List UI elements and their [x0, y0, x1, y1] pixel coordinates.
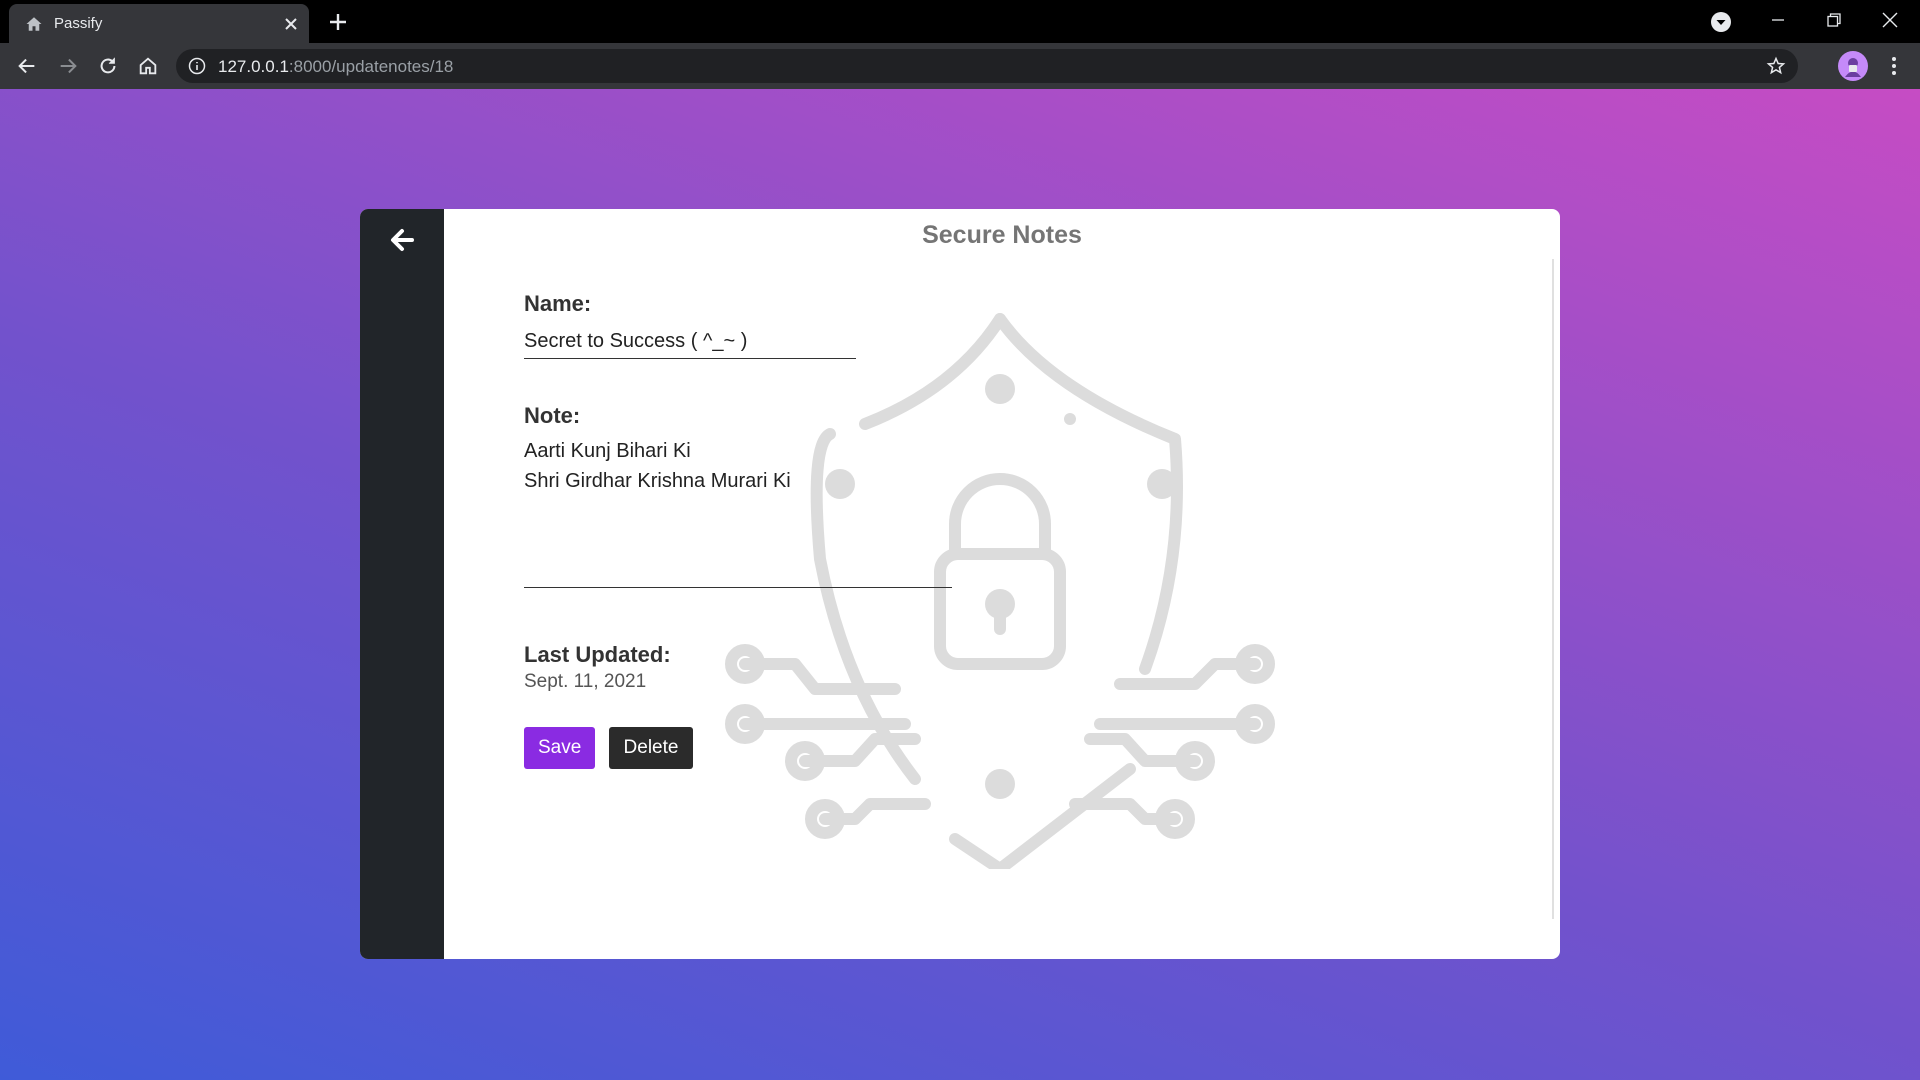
last-updated-label: Last Updated: [524, 642, 671, 667]
restore-icon [1827, 13, 1841, 27]
address-bar[interactable]: 127.0.0.1:8000/updatenotes/18 [176, 49, 1798, 83]
new-tab-icon[interactable] [326, 10, 350, 34]
arrow-right-icon [60, 58, 77, 74]
tab-search-icon[interactable] [1710, 11, 1732, 33]
bookmark-star-icon[interactable] [1766, 56, 1786, 76]
name-input[interactable] [524, 325, 856, 359]
home-button[interactable] [134, 52, 162, 80]
browser-tab[interactable]: Passify [9, 4, 309, 43]
browser-toolbar: 127.0.0.1:8000/updatenotes/18 [0, 43, 1920, 89]
page-title: Secure Notes [922, 221, 1082, 249]
close-window-button[interactable] [1862, 0, 1918, 40]
close-tab-icon[interactable] [281, 14, 301, 34]
home-favicon-icon [26, 17, 42, 31]
card-scrollbar[interactable] [1552, 259, 1554, 919]
last-updated-value: Sept. 11, 2021 [524, 671, 647, 692]
tab-title: Passify [54, 15, 103, 32]
reload-button[interactable] [94, 52, 122, 80]
restore-window-button[interactable] [1806, 0, 1862, 40]
more-options-icon[interactable] [1884, 54, 1904, 78]
page-viewport: Secure Notes Name: Secret to Success (^… [0, 89, 1920, 1080]
profile-icon [1845, 58, 1861, 77]
save-button[interactable]: Save [524, 727, 595, 769]
name-label: Name: [524, 291, 592, 316]
profile-avatar[interactable] [1838, 51, 1868, 81]
forward-button[interactable] [54, 52, 82, 80]
arrow-left-icon [18, 58, 35, 74]
sidebar [360, 209, 444, 959]
browser-tab-bar: Passify [0, 0, 1920, 43]
reload-icon [100, 57, 116, 74]
home-icon [139, 57, 157, 75]
back-button[interactable] [13, 52, 41, 80]
delete-button[interactable]: Delete [609, 727, 693, 769]
minimize-icon [1772, 19, 1784, 21]
url-path: :8000/updatenotes/18 [288, 57, 454, 76]
close-icon [1882, 12, 1898, 28]
url-text: 127.0.0.1:8000/updatenotes/18 [218, 57, 453, 77]
shield-lock-icon [725, 313, 1275, 869]
note-label: Note: [524, 403, 581, 428]
minimize-window-button[interactable] [1750, 0, 1806, 40]
url-host: 127.0.0.1 [218, 57, 289, 76]
info-icon[interactable] [188, 57, 206, 75]
arrow-left-icon[interactable] [388, 226, 416, 254]
notes-card: Secure Notes Name: Secret to Success (^… [360, 209, 1560, 959]
note-textarea[interactable]: Aarti Kunj Bihari Ki Shri Girdhar Krishn… [524, 436, 952, 588]
